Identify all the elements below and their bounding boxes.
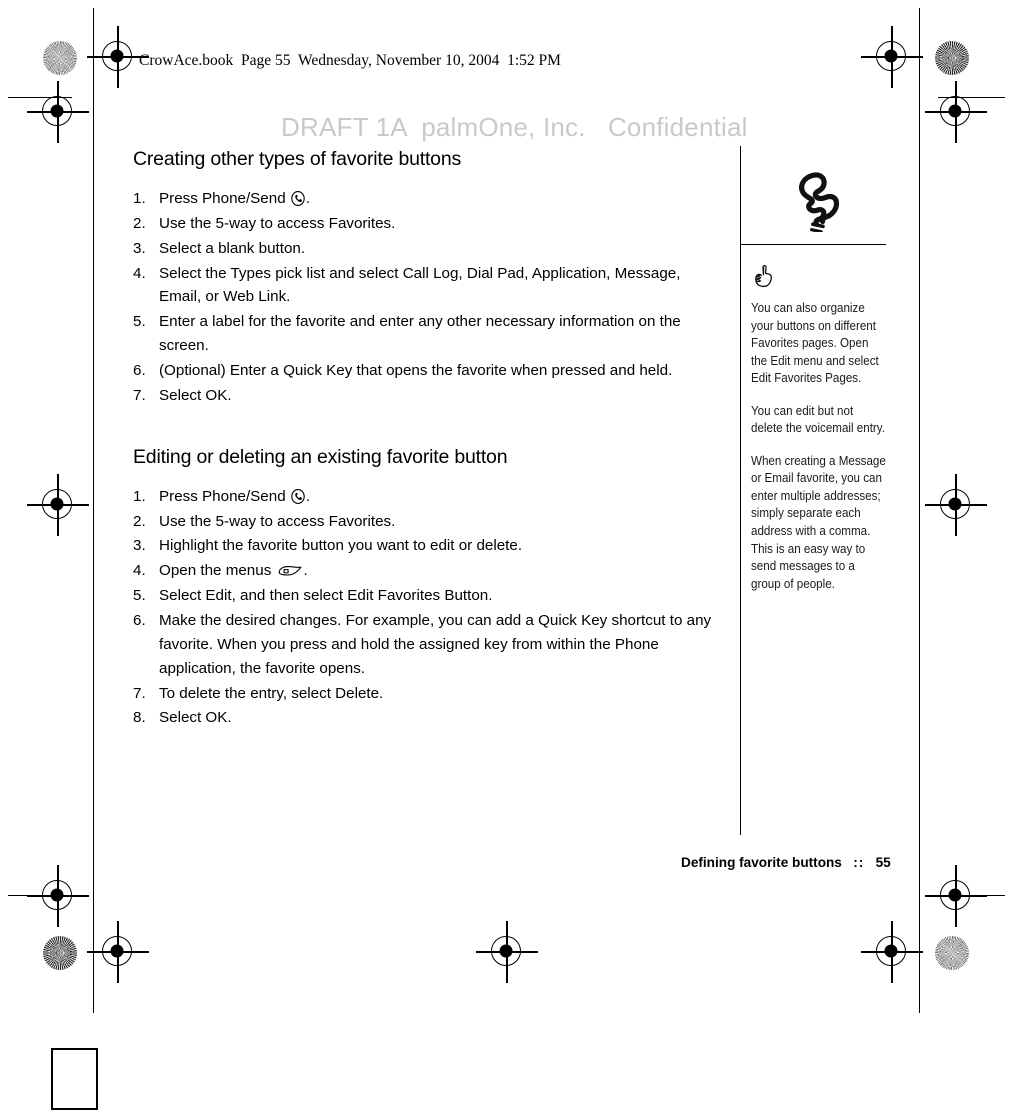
step-number: 3. — [133, 239, 146, 257]
list-item: 7. To delete the entry, select Delete. — [133, 682, 718, 706]
registration-mark-lower-right-corner — [925, 865, 987, 927]
step-text: Select the Types pick list and select Ca… — [159, 264, 681, 306]
list-item: 5. Select Edit, and then select Edit Favo… — [133, 584, 718, 608]
sidebar-tip-3: When creating a Message or Email favorit… — [751, 452, 886, 591]
menu-icon — [277, 564, 303, 578]
step-number: 2. — [133, 512, 146, 530]
step-text: (Optional) Enter a Quick Key that opens … — [159, 362, 673, 380]
step-text: Select Edit, and then select Edit Favori… — [159, 587, 493, 605]
sidebar-vertical-rule — [740, 146, 742, 835]
pointing-hand-tip-icon — [753, 264, 775, 288]
rosette-mark-top-left — [43, 41, 77, 75]
book-header-line: CrowAce.book Page 55 Wednesday, November… — [139, 52, 561, 69]
footer-separator: :: — [853, 855, 865, 870]
registration-mark-upper-right-corner — [925, 81, 987, 143]
step-text: Make the desired changes. For example, y… — [159, 612, 712, 677]
step-number: 1. — [133, 190, 146, 207]
list-item: 6. (Optional) Enter a Quick Key that open… — [133, 359, 718, 383]
registration-mark-top-right — [861, 26, 923, 88]
color-bar-box — [51, 1048, 98, 1110]
phone-send-icon — [291, 191, 305, 206]
step-text: Press Phone/Send — [159, 190, 290, 207]
step-text: Highlight the favorite button you want t… — [159, 537, 523, 555]
registration-mark-bottom-center — [476, 921, 538, 983]
list-item: 1. Press Phone/Send . — [133, 485, 718, 509]
registration-mark-middle-right — [925, 474, 987, 536]
step-number: 5. — [133, 313, 146, 331]
step-text-after: . — [305, 487, 311, 505]
step-text: Press Phone/Send — [159, 487, 290, 505]
rosette-mark-bottom-left — [43, 936, 77, 970]
step-text: Use the 5-way to access Favorites. — [159, 512, 396, 530]
sidebar-tips: You can also organize your buttons on di… — [751, 299, 887, 592]
step-text: Enter a label for the favorite and enter… — [159, 313, 681, 355]
list-item: 3. Highlight the favorite button you want… — [133, 534, 718, 558]
step-text: Use the 5-way to access Favorites. — [159, 214, 396, 232]
phone-send-icon — [291, 488, 305, 504]
registration-mark-upper-left-corner — [27, 81, 89, 143]
section-heading-editing: Editing or deleting an existing favorite… — [133, 445, 508, 468]
step-text-after: . — [303, 562, 308, 580]
step-number: 6. — [133, 362, 146, 380]
registration-mark-top-left — [87, 26, 149, 88]
list-item: 6. Make the desired changes. For example,… — [133, 609, 718, 681]
step-text: Open the menus — [159, 562, 276, 580]
page-footer: Defining favorite buttons :: 55 — [681, 855, 891, 870]
footer-title: Defining favorite buttons — [681, 855, 842, 870]
step-number: 8. — [133, 709, 146, 727]
list-item: 1. Press Phone/Send . — [133, 187, 718, 211]
registration-mark-bottom-right — [861, 921, 923, 983]
sidebar-tip-2: You can edit but not delete the voicemai… — [751, 402, 885, 436]
step-text: Select OK. — [159, 709, 232, 727]
step-text: Select a blank button. — [159, 239, 306, 257]
list-item: 4. Open the menus . — [133, 559, 718, 583]
section-heading-creating: Creating other types of favorite buttons — [133, 148, 462, 170]
step-number: 7. — [133, 684, 146, 702]
list-item: 5. Enter a label for the favorite and ent… — [133, 310, 718, 358]
step-number: 1. — [133, 487, 146, 505]
rosette-mark-top-right — [935, 41, 969, 75]
steps-list-editing: 1. Press Phone/Send . 2. Use the 5-way to … — [133, 485, 718, 731]
step-text-after: . — [305, 190, 311, 207]
step-number: 4. — [133, 562, 146, 580]
registration-mark-bottom-left — [87, 921, 149, 983]
list-item: 8. Select OK. — [133, 706, 718, 730]
list-item: 2. Use the 5-way to access Favorites. — [133, 212, 718, 236]
crop-line-left-vertical — [93, 8, 94, 1013]
list-item: 7. Select OK. — [133, 384, 718, 408]
registration-mark-lower-left-corner — [27, 865, 89, 927]
list-item: 3. Select a blank button. — [133, 237, 718, 261]
sidebar-horizontal-divider — [740, 244, 886, 246]
sidebar-tip-1: You can also organize your buttons on di… — [751, 300, 879, 386]
list-item: 2. Use the 5-way to access Favorites. — [133, 510, 718, 534]
step-number: 6. — [133, 612, 146, 630]
step-number: 3. — [133, 537, 146, 555]
step-number: 2. — [133, 214, 146, 232]
draft-watermark: DRAFT 1A palmOne, Inc. Confidential — [281, 112, 748, 142]
main-content-column: Creating other types of favorite buttons… — [133, 148, 718, 731]
list-item: 4. Select the Types pick list and select … — [133, 262, 718, 310]
steps-list-creating: 1. Press Phone/Send . 2. Use the 5-way to … — [133, 187, 718, 408]
step-number: 4. — [133, 264, 146, 282]
step-text: To delete the entry, select Delete. — [159, 684, 384, 702]
crop-line-right-vertical — [919, 8, 920, 1013]
registration-mark-middle-left — [27, 474, 89, 536]
phone-handset-icon — [790, 168, 848, 234]
step-number: 7. — [133, 386, 146, 404]
step-text: Select OK. — [159, 386, 232, 404]
rosette-mark-bottom-right — [935, 936, 969, 970]
footer-page-number: 55 — [875, 855, 891, 870]
step-number: 5. — [133, 587, 146, 605]
